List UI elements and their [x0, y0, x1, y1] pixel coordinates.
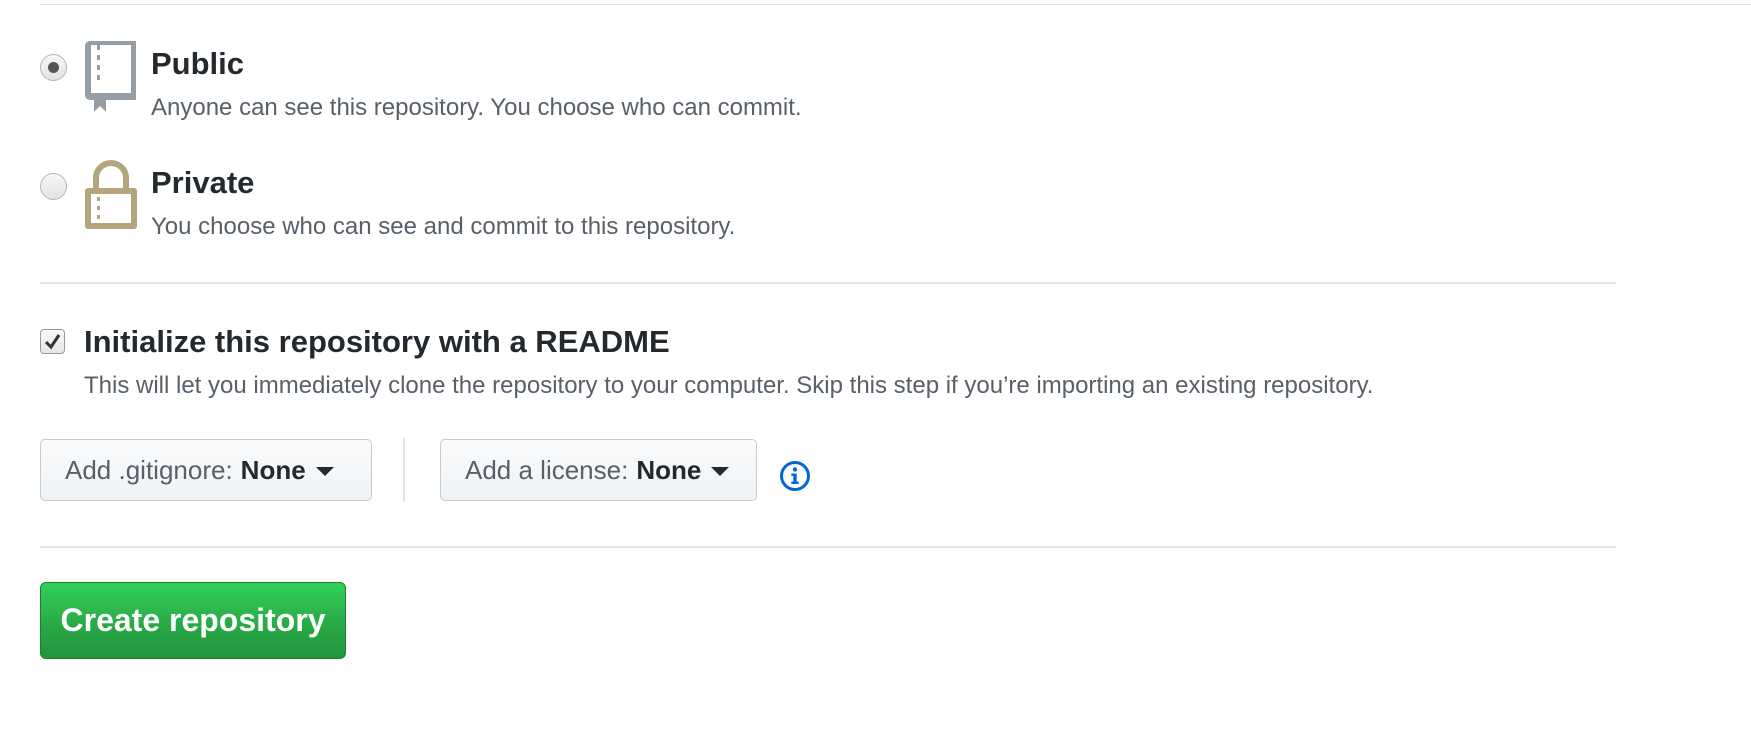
public-description: Anyone can see this repository. You choo… — [151, 94, 802, 121]
info-icon[interactable] — [779, 460, 811, 492]
section-divider — [40, 546, 1616, 548]
create-repository-button[interactable]: Create repository — [40, 582, 346, 659]
section-divider — [40, 282, 1616, 284]
public-radio[interactable] — [40, 54, 67, 81]
license-select[interactable]: Add a license: None — [440, 439, 757, 501]
caret-down-icon — [711, 466, 730, 476]
license-value: None — [636, 454, 702, 485]
repository-options-panel: Public Anyone can see this repository. Y… — [0, 0, 1751, 741]
repo-book-icon — [84, 40, 138, 112]
visibility-option-private[interactable]: Private You choose who can see and commi… — [40, 159, 940, 249]
readme-checkbox[interactable] — [40, 329, 65, 354]
license-label: Add a license: — [465, 454, 629, 485]
readme-label: Initialize this repository with a README — [84, 324, 670, 359]
select-separator — [403, 438, 405, 502]
gitignore-label: Add .gitignore: — [65, 454, 233, 485]
gitignore-value: None — [240, 454, 306, 485]
top-divider — [40, 4, 1751, 5]
checkmark-icon — [44, 334, 61, 350]
readme-description: This will let you immediately clone the … — [84, 372, 1374, 399]
private-radio[interactable] — [40, 173, 67, 200]
caret-down-icon — [315, 466, 334, 476]
private-title: Private — [151, 165, 255, 200]
visibility-option-public[interactable]: Public Anyone can see this repository. Y… — [40, 40, 940, 130]
gitignore-select[interactable]: Add .gitignore: None — [40, 439, 372, 501]
lock-icon — [84, 159, 138, 231]
private-description: You choose who can see and commit to thi… — [151, 213, 736, 240]
public-title: Public — [151, 46, 245, 81]
